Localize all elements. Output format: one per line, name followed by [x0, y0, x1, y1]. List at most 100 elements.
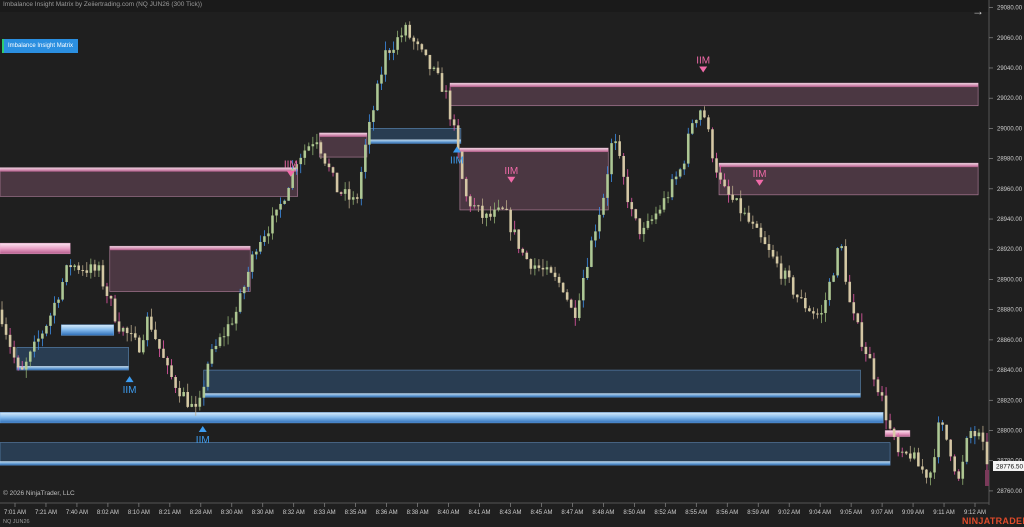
candle-body-207	[836, 248, 839, 276]
candle-body-55	[222, 336, 226, 338]
candle-body-52	[210, 349, 214, 364]
candle-body-105	[424, 49, 428, 55]
candle-body-227	[917, 452, 920, 467]
time-tick-label-30: 9:11 AM	[933, 510, 955, 516]
time-tick-label-6: 8:28 AM	[190, 510, 212, 516]
candle-body-104	[420, 44, 424, 50]
candle-body-27	[109, 296, 113, 299]
time-tick-label-24: 8:59 AM	[747, 510, 769, 516]
candle-body-192	[775, 256, 779, 264]
candle-body-123	[497, 207, 500, 210]
price-tick-label-2: 28800.00	[997, 428, 1023, 434]
candle-body-125	[505, 208, 508, 210]
candle-body-101	[408, 24, 412, 38]
candle-body-117	[473, 205, 476, 207]
candle-body-195	[787, 270, 791, 278]
ninjatrader-logo: NINJATRADER	[962, 516, 1024, 526]
candle-body-187	[755, 223, 759, 228]
candle-body-96	[388, 50, 391, 53]
candle-body-100	[404, 24, 407, 36]
demand-zone-8	[61, 324, 115, 336]
candle-body-87	[351, 197, 355, 200]
candle-body-186	[751, 221, 755, 224]
candle-body-118	[477, 205, 480, 207]
time-tick-label-9: 8:32 AM	[283, 510, 305, 516]
candle-body-202	[816, 313, 819, 315]
chart-window[interactable]: Imbalance Insight Matrix by Zeiiertradin…	[0, 0, 1024, 527]
candle-body-230	[929, 472, 932, 478]
candle-body-112	[452, 119, 456, 126]
time-tick-label-16: 8:43 AM	[499, 510, 521, 516]
candle-body-206	[832, 275, 835, 282]
candle-body-232	[937, 422, 940, 458]
candle-body-191	[771, 249, 775, 257]
instrument-label: NQ JUN26	[3, 519, 30, 525]
time-tick-label-10: 8:33 AM	[314, 510, 336, 516]
candle-body-129	[521, 248, 525, 253]
candle-body-15	[61, 282, 64, 300]
candle-body-0	[0, 309, 4, 325]
copyright-text: © 2026 NinjaTrader, LLC	[3, 490, 75, 497]
candle-body-138	[557, 276, 561, 283]
candle-body-49	[198, 397, 202, 407]
candle-body-176	[711, 129, 714, 159]
candle-body-235	[949, 439, 952, 457]
supply-zone-2	[0, 167, 298, 197]
candle-body-58	[234, 311, 238, 324]
candle-body-224	[904, 451, 908, 454]
candle-body-189	[763, 237, 767, 245]
candle-body-116	[468, 196, 472, 207]
candle-body-240	[969, 431, 973, 438]
candle-body-10	[41, 333, 44, 339]
candle-body-43	[174, 377, 177, 388]
candle-body-59	[238, 293, 242, 312]
time-tick-label-27: 9:05 AM	[840, 510, 862, 516]
candle-body-221	[892, 428, 896, 437]
candle-body-241	[973, 431, 977, 437]
candle-body-14	[57, 299, 60, 303]
candle-body-164	[662, 198, 666, 210]
candle-body-126	[509, 209, 512, 233]
candle-body-57	[230, 323, 234, 325]
candle-body-168	[678, 169, 682, 177]
candle-body-213	[860, 322, 864, 347]
time-tick-label-25: 9:02 AM	[778, 510, 800, 516]
candle-body-16	[65, 265, 68, 283]
time-tick-label-28: 9:07 AM	[871, 510, 893, 516]
candle-body-244	[985, 441, 989, 465]
price-tick-label-0: 28760.00	[997, 489, 1023, 495]
candle-body-67	[271, 215, 274, 234]
candle-body-95	[384, 50, 387, 75]
candle-body-144	[582, 277, 585, 301]
candle-body-141	[569, 299, 573, 308]
candle-body-231	[933, 457, 936, 473]
price-tick-label-13: 29020.00	[997, 96, 1023, 102]
demand-zone-edge-13	[0, 461, 891, 466]
candle-body-214	[864, 346, 868, 355]
supply-zone-edge-6	[719, 163, 979, 168]
candle-body-184	[743, 212, 747, 214]
candle-body-89	[359, 171, 363, 199]
candle-body-219	[884, 395, 888, 421]
candle-body-36	[146, 316, 149, 341]
time-tick-label-14: 8:40 AM	[438, 510, 460, 516]
supply-zone-edge-3	[319, 132, 367, 137]
price-chart[interactable]: IIMIIMIIMIIMIIMIIMIIM28760.0028780.00288…	[0, 0, 1024, 527]
candle-body-115	[464, 178, 468, 197]
candle-body-161	[650, 219, 654, 221]
candle-body-8	[33, 341, 36, 352]
candle-body-162	[654, 213, 658, 220]
supply-zone-edge-4	[459, 148, 609, 153]
candle-body-48	[194, 403, 198, 407]
candle-body-20	[81, 270, 85, 272]
candle-body-131	[529, 259, 533, 269]
time-tick-label-13: 8:38 AM	[407, 510, 429, 516]
time-tick-label-7: 8:30 AM	[221, 510, 243, 516]
candle-body-198	[799, 297, 803, 299]
candle-body-53	[214, 345, 218, 350]
time-tick-label-29: 9:09 AM	[902, 510, 924, 516]
candle-body-180	[727, 186, 730, 195]
indicator-badge[interactable]: Imbalance Insight Matrix	[2, 39, 78, 53]
time-tick-label-3: 8:02 AM	[97, 510, 119, 516]
candle-body-157	[634, 209, 638, 219]
